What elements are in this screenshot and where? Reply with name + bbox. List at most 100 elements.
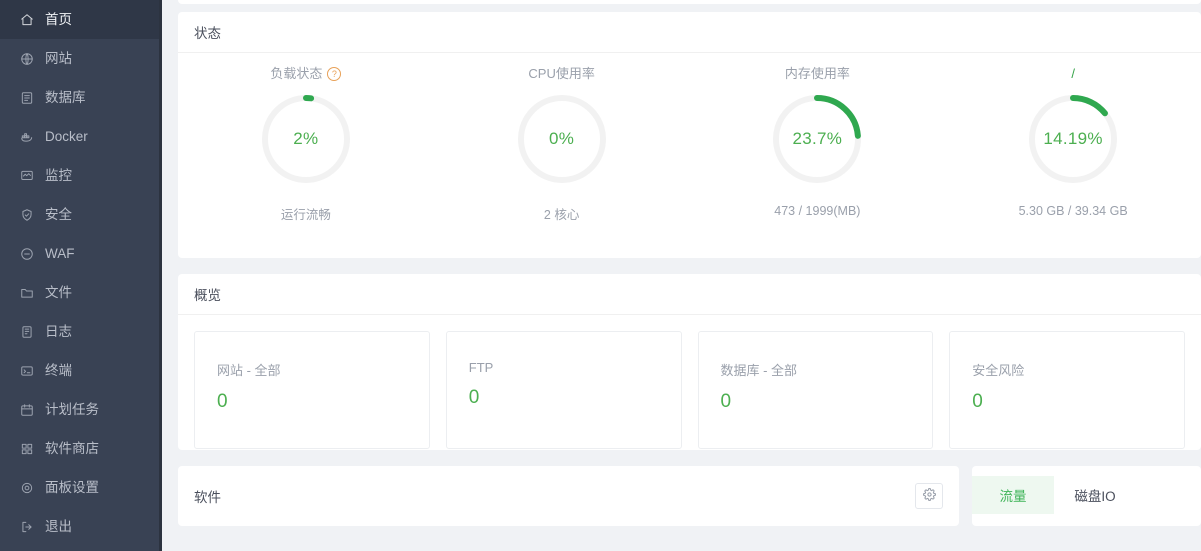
gauge-label-wrap: CPU使用率 xyxy=(528,65,594,83)
gauge-label-wrap: 负载状态? xyxy=(270,65,342,83)
traffic-panel-tabs: 流量 磁盘IO xyxy=(972,476,1201,514)
sidebar-item-label: Docker xyxy=(45,128,88,144)
sidebar-item-label: WAF xyxy=(45,245,75,261)
overview-box-value: 0 xyxy=(468,387,480,408)
sidebar-item-3[interactable]: Docker xyxy=(0,117,162,156)
overview-box-0[interactable]: 网站 - 全部 0 xyxy=(194,331,430,449)
gear-icon xyxy=(19,480,34,495)
sidebar-item-0[interactable]: 首页 xyxy=(0,0,162,39)
sidebar-item-label: 文件 xyxy=(45,284,72,300)
gauge-ring: 2% xyxy=(256,89,356,189)
gear-icon xyxy=(922,488,936,504)
sidebar-item-7[interactable]: 文件 xyxy=(0,273,162,312)
help-icon[interactable]: ? xyxy=(327,67,342,81)
shield-check-icon xyxy=(19,207,34,222)
overview-box-label: 数据库 - 全部 xyxy=(720,363,798,378)
traffic-panel: 流量 磁盘IO xyxy=(972,466,1201,526)
folder-icon xyxy=(19,285,34,300)
status-panel-header: 状态 xyxy=(178,12,1201,53)
sidebar-item-label: 退出 xyxy=(45,518,72,534)
sidebar-item-label: 网站 xyxy=(45,50,72,66)
sidebar-item-13[interactable]: 退出 xyxy=(0,507,162,546)
gauge-value: 2% xyxy=(293,129,319,148)
overview-panel-header: 概览 xyxy=(178,274,1201,315)
overview-panel: 概览 网站 - 全部 0 FTP 0 数据库 - 全部 0 安全风险 0 xyxy=(178,274,1201,450)
terminal-icon xyxy=(19,363,34,378)
gauge-2: 内存使用率 23.7% 473 / 1999(MB) xyxy=(690,65,946,218)
sidebar-item-label: 软件商店 xyxy=(45,440,99,456)
sidebar-item-5[interactable]: 安全 xyxy=(0,195,162,234)
app-root: 首页网站数据库 Docker 监控安全 WAF 文件日志终端计划任务软件商店面板设置退出… xyxy=(0,0,1201,551)
gauge-label-wrap: / xyxy=(1071,65,1075,83)
sidebar-item-1[interactable]: 网站 xyxy=(0,39,162,78)
sidebar-item-8[interactable]: 日志 xyxy=(0,312,162,351)
sidebar-item-label: 面板设置 xyxy=(45,479,99,495)
sidebar-item-label: 首页 xyxy=(45,11,72,27)
sidebar-item-label: 计划任务 xyxy=(45,401,99,417)
sidebar: 首页网站数据库 Docker 监控安全 WAF 文件日志终端计划任务软件商店面板设置退出 xyxy=(0,0,162,551)
overview-box-value: 0 xyxy=(720,391,732,412)
shield-minus-icon xyxy=(19,246,34,261)
software-settings-button[interactable] xyxy=(915,483,943,509)
gauge-subtext: 运行流畅 xyxy=(280,208,331,222)
sidebar-item-label: 日志 xyxy=(45,323,72,339)
tab-label: 磁盘IO xyxy=(1074,489,1116,504)
status-panel: 状态 负载状态? 2% 运行流畅 CPU使用率 0% 2 核心 内存使用率 23.7% 473 … xyxy=(178,12,1201,258)
gauge-subtext: 473 / 1999(MB) xyxy=(774,204,861,218)
tab-1[interactable]: 磁盘IO xyxy=(1054,476,1136,514)
overview-box-label: 网站 - 全部 xyxy=(217,363,281,378)
docker-icon xyxy=(19,129,34,144)
log-icon xyxy=(19,324,34,339)
overview-panel-title: 概览 xyxy=(194,288,221,303)
overview-box-list: 网站 - 全部 0 FTP 0 数据库 - 全部 0 安全风险 0 xyxy=(178,315,1201,465)
sidebar-item-2[interactable]: 数据库 xyxy=(0,78,162,117)
bottom-row: 软件 流量 磁盘IO xyxy=(178,466,1201,526)
sidebar-item-label: 监控 xyxy=(45,167,72,183)
gauge-list: 负载状态? 2% 运行流畅 CPU使用率 0% 2 核心 内存使用率 23.7% 473 / 1… xyxy=(178,53,1201,257)
gauge-ring: 0% xyxy=(512,89,612,189)
gauge-label: / xyxy=(1071,66,1075,81)
gauge-ring: 23.7% xyxy=(767,89,867,189)
sidebar-item-10[interactable]: 计划任务 xyxy=(0,390,162,429)
sidebar-item-label: 终端 xyxy=(45,362,72,378)
sidebar-item-12[interactable]: 面板设置 xyxy=(0,468,162,507)
tab-label: 流量 xyxy=(999,489,1027,504)
gauge-ring: 14.19% xyxy=(1023,89,1123,189)
apps-grid-icon xyxy=(19,441,34,456)
gauge-value: 23.7% xyxy=(792,129,843,148)
gauge-subtext: 5.30 GB / 39.34 GB xyxy=(1018,204,1128,218)
globe-icon xyxy=(19,51,34,66)
software-panel-title: 软件 xyxy=(194,490,221,505)
gauge-value: 14.19% xyxy=(1043,129,1103,148)
status-panel-title: 状态 xyxy=(194,26,221,41)
gauge-label: 负载状态 xyxy=(270,66,323,81)
sidebar-item-6[interactable]: WAF xyxy=(0,234,162,273)
gauge-1: CPU使用率 0% 2 核心 xyxy=(434,65,690,223)
overview-box-2[interactable]: 数据库 - 全部 0 xyxy=(697,331,934,449)
overview-box-value: 0 xyxy=(217,391,228,412)
gauge-3: / 14.19% 5.30 GB / 39.34 GB xyxy=(945,65,1201,218)
overview-box-label: 安全风险 xyxy=(972,363,1025,378)
overview-box-label: FTP xyxy=(468,360,494,375)
gauge-subtext: 2 核心 xyxy=(543,208,580,222)
logout-icon xyxy=(19,519,34,534)
calendar-icon xyxy=(19,402,34,417)
gauge-value: 0% xyxy=(549,129,575,148)
overview-box-1[interactable]: FTP 0 xyxy=(445,331,682,449)
overview-box-3[interactable]: 安全风险 0 xyxy=(949,331,1185,449)
home-icon xyxy=(19,12,34,27)
database-icon xyxy=(19,90,34,105)
gauge-label-wrap: 内存使用率 xyxy=(785,65,850,83)
sidebar-item-9[interactable]: 终端 xyxy=(0,351,162,390)
gauge-label: CPU使用率 xyxy=(528,66,595,81)
sidebar-item-4[interactable]: 监控 xyxy=(0,156,162,195)
tab-0[interactable]: 流量 xyxy=(972,476,1054,514)
monitor-icon xyxy=(19,168,34,183)
software-panel: 软件 xyxy=(178,466,959,526)
sidebar-item-label: 安全 xyxy=(45,206,72,222)
partial-card-above xyxy=(178,0,1201,4)
sidebar-nav-list: 首页网站数据库 Docker 监控安全 WAF 文件日志终端计划任务软件商店面板设置退出 xyxy=(0,0,162,546)
overview-box-value: 0 xyxy=(972,391,983,412)
sidebar-item-11[interactable]: 软件商店 xyxy=(0,429,162,468)
gauge-0: 负载状态? 2% 运行流畅 xyxy=(178,65,434,223)
